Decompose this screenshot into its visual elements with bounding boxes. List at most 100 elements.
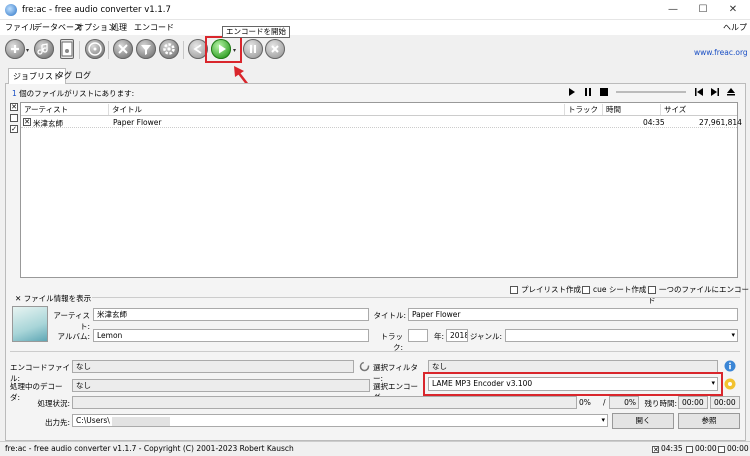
- status-time-2-value: 00:00: [695, 444, 717, 453]
- check-all[interactable]: ✕: [10, 103, 18, 111]
- website-link[interactable]: www.freac.org: [694, 48, 748, 57]
- status-time-2: 00:00: [686, 444, 717, 453]
- option-create-cue[interactable]: cue シート作成: [582, 284, 646, 295]
- row-artist: 米津玄師: [33, 119, 63, 128]
- toolbar-separator: [108, 41, 109, 59]
- pause-encoding-button[interactable]: [243, 39, 263, 59]
- status-mark: ✕: [652, 445, 659, 454]
- artist-label: アーティスト:: [53, 311, 90, 331]
- genre-label: ジャンル:: [469, 332, 502, 341]
- info-icon[interactable]: [724, 360, 736, 372]
- row-size: 27,961,814: [699, 118, 742, 127]
- status-label: 処理状況:: [37, 399, 70, 408]
- column-size[interactable]: サイズ: [661, 104, 737, 115]
- menu-database[interactable]: データベース: [34, 22, 82, 33]
- row-checkbox[interactable]: ✕: [23, 118, 31, 126]
- encoder-config-icon[interactable]: [724, 378, 736, 390]
- file-info-toggle-mark: ✕: [15, 294, 22, 303]
- file-progress-percent: 0%: [579, 398, 591, 407]
- menu-process[interactable]: 処理: [111, 22, 127, 33]
- check-none[interactable]: [10, 114, 18, 122]
- section-divider: [10, 351, 740, 352]
- progress-separator: /: [603, 398, 606, 407]
- check-toggle[interactable]: ✓: [10, 125, 18, 133]
- stop-preview-icon[interactable]: [599, 87, 609, 97]
- option-create-playlist-label: プレイリスト作成: [521, 285, 581, 294]
- table-row[interactable]: ✕ 米津玄師 Paper Flower 04:35 27,961,814: [21, 117, 742, 128]
- column-track[interactable]: トラック: [565, 104, 603, 115]
- tab-log[interactable]: ログ: [71, 68, 95, 83]
- tools-button[interactable]: [113, 39, 133, 59]
- refresh-icon[interactable]: [359, 361, 370, 372]
- stop-icon: [271, 45, 279, 53]
- title-bar: fre:ac - free audio converter v1.1.7 — ☐…: [0, 0, 750, 20]
- show-file-info-toggle[interactable]: ✕ ファイル情報を表示: [15, 293, 91, 304]
- status-bar-text: fre:ac - free audio converter v1.1.7 - C…: [5, 444, 294, 453]
- year-field[interactable]: 2018: [446, 329, 468, 342]
- row-time: 04:35: [643, 118, 665, 127]
- cddb-button[interactable]: [85, 39, 105, 59]
- gear-icon: [163, 43, 175, 55]
- genre-select[interactable]: [505, 329, 738, 342]
- status-time-3-value: 00:00: [727, 444, 749, 453]
- seek-slider[interactable]: [616, 91, 686, 93]
- album-field[interactable]: Lemon: [93, 329, 369, 342]
- redacted-path: [111, 416, 170, 426]
- add-dropdown-arrow[interactable]: ▾: [26, 47, 29, 54]
- cover-art-image[interactable]: [12, 306, 48, 342]
- file-count: 1 個のファイルがリストにあります:: [12, 88, 134, 99]
- column-artist[interactable]: アーティスト: [21, 104, 109, 115]
- add-file-button[interactable]: [60, 39, 74, 59]
- add-cd-button[interactable]: [34, 39, 54, 59]
- stop-encoding-button[interactable]: [265, 39, 285, 59]
- file-icon: [61, 41, 73, 57]
- play-preview-icon[interactable]: [567, 87, 577, 97]
- toolbar-separator: [183, 41, 184, 59]
- output-path-text: C:\Users\: [76, 416, 110, 425]
- tooltip: エンコードを開始: [222, 26, 290, 38]
- column-time[interactable]: 時間: [603, 104, 661, 115]
- settings-button[interactable]: [159, 39, 179, 59]
- status-selected-time-value: 04:35: [661, 444, 683, 453]
- add-files-button[interactable]: [5, 39, 25, 59]
- output-path-select[interactable]: C:\Users\: [72, 414, 608, 427]
- remaining-time-label: 残り時間:: [644, 399, 677, 408]
- menu-help[interactable]: ヘルプ: [723, 22, 747, 33]
- previous-track-icon[interactable]: [694, 87, 704, 97]
- browse-button[interactable]: 参照: [678, 413, 740, 429]
- encoding-file-field: なし: [72, 360, 354, 373]
- row-title: Paper Flower: [113, 118, 162, 127]
- toolbar: ▾ ▾: [0, 35, 750, 65]
- minimize-button[interactable]: —: [658, 0, 688, 20]
- toolbar-separator: [79, 41, 80, 59]
- highlight-box-encoder: [423, 372, 723, 396]
- menu-options[interactable]: オプション: [76, 22, 116, 33]
- job-list[interactable]: アーティスト タイトル トラック 時間 サイズ ✕ 米津玄師 Paper Flo…: [20, 102, 742, 278]
- column-title[interactable]: タイトル: [109, 104, 565, 115]
- filter-icon: [141, 45, 151, 55]
- option-single-file[interactable]: 一つのファイルにエンコード: [648, 284, 750, 306]
- tools-icon: [118, 44, 128, 54]
- title-field[interactable]: Paper Flower: [408, 308, 738, 321]
- close-button[interactable]: ✕: [718, 0, 748, 20]
- file-progress-bar: [72, 396, 577, 409]
- option-single-file-label: 一つのファイルにエンコード: [648, 285, 749, 305]
- highlight-box-play: [205, 36, 242, 63]
- track-label: トラック:: [380, 332, 404, 352]
- eject-icon[interactable]: [726, 87, 736, 97]
- pause-preview-icon[interactable]: [583, 87, 593, 97]
- open-folder-button[interactable]: 開く: [612, 413, 674, 429]
- filter-button[interactable]: [136, 39, 156, 59]
- maximize-button[interactable]: ☐: [688, 0, 718, 20]
- menu-file[interactable]: ファイル: [5, 22, 37, 33]
- status-bar: fre:ac - free audio converter v1.1.7 - C…: [0, 441, 750, 456]
- option-create-playlist[interactable]: プレイリスト作成: [510, 284, 581, 295]
- title-label: タイトル:: [373, 311, 406, 320]
- next-track-icon[interactable]: [710, 87, 720, 97]
- artist-field[interactable]: 米津玄師: [93, 308, 369, 321]
- menu-bar: ファイル データベース オプション 処理 エンコード ヘルプ: [0, 20, 750, 35]
- album-label: アルバム:: [57, 332, 90, 341]
- track-field[interactable]: [408, 329, 428, 342]
- menu-encode[interactable]: エンコード: [134, 22, 174, 33]
- decoder-field: なし: [72, 379, 370, 392]
